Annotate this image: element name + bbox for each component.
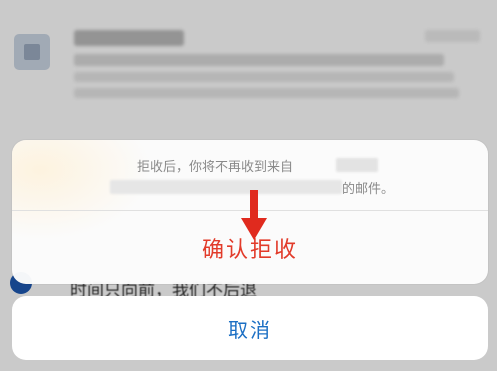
sheet-message-line2: 的邮件。	[342, 182, 395, 197]
sheet-message-line1: 拒收后，你将不再收到来自	[137, 160, 294, 175]
cancel-button[interactable]: 取消	[12, 296, 488, 360]
redacted-sender-address	[110, 180, 342, 194]
down-arrow-icon	[241, 190, 267, 240]
redacted-sender-name	[336, 158, 378, 172]
cancel-sheet: 取消	[12, 296, 488, 360]
reject-action-sheet: 拒收后，你将不再收到来自 的邮件。 确认拒收	[12, 140, 488, 284]
